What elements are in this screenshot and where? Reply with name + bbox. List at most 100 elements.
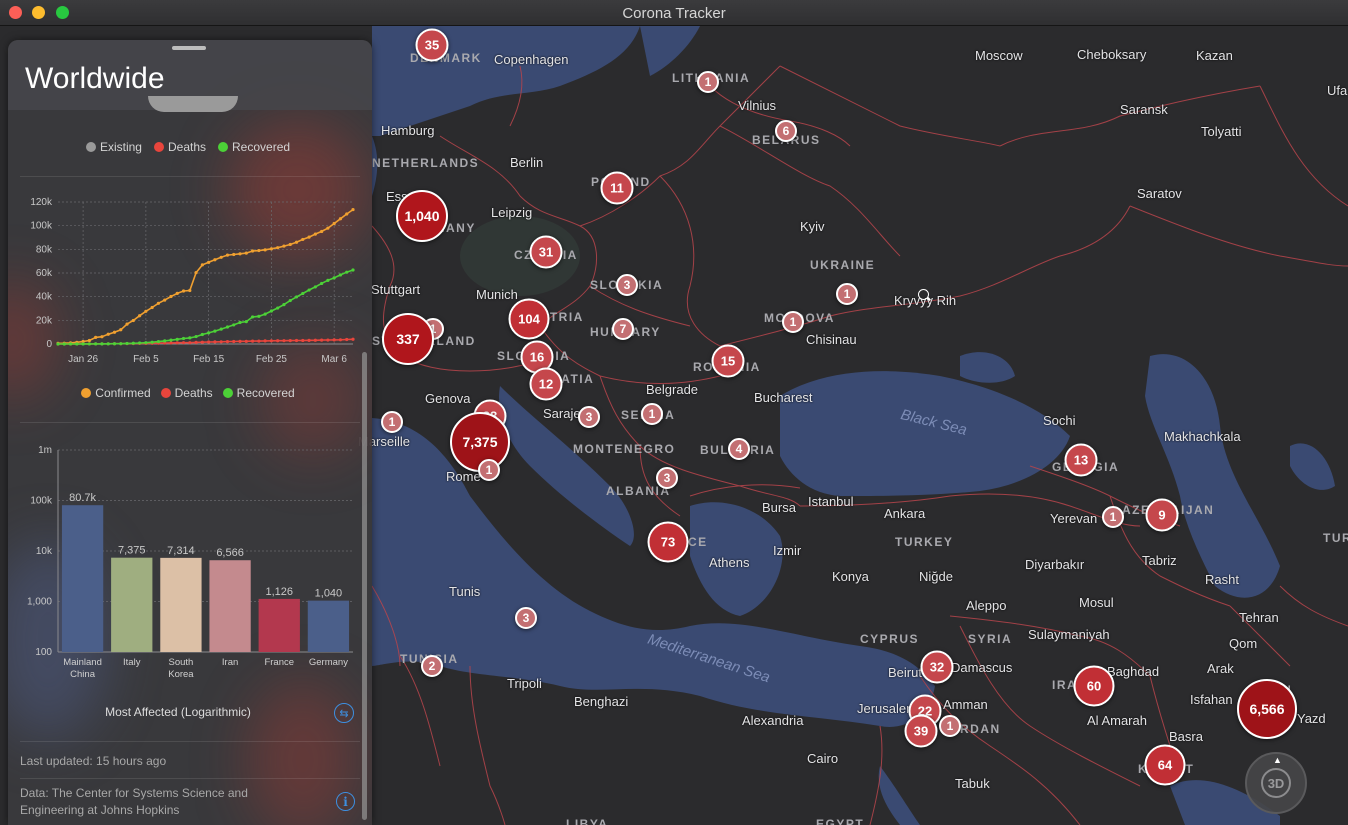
compass-3d-button[interactable]: ▲ 3D bbox=[1245, 752, 1307, 814]
data-point-confirmed bbox=[294, 240, 299, 244]
divider bbox=[20, 778, 360, 779]
case-cluster-marker[interactable]: 11 bbox=[600, 171, 634, 205]
deaths-dot-icon bbox=[153, 142, 164, 152]
data-point-confirmed bbox=[320, 229, 324, 234]
data-point-recovered bbox=[131, 341, 135, 345]
city-label: Benghazi bbox=[574, 694, 629, 709]
data-point-confirmed bbox=[269, 247, 274, 251]
data-point-confirmed bbox=[219, 255, 223, 259]
case-cluster-marker[interactable]: 1 bbox=[939, 715, 961, 737]
data-point-recovered bbox=[106, 342, 110, 346]
city-label: Hamburg bbox=[381, 123, 435, 138]
legend-recovered: Recovered bbox=[222, 386, 295, 400]
y-tick-label: 1,000 bbox=[27, 597, 52, 608]
data-point-recovered bbox=[169, 338, 173, 342]
case-cluster-marker[interactable]: 13 bbox=[1064, 443, 1098, 477]
case-cluster-marker[interactable]: 1,040 bbox=[396, 190, 448, 242]
case-cluster-marker[interactable]: 7 bbox=[612, 318, 634, 340]
case-cluster-marker[interactable]: 104 bbox=[508, 298, 550, 340]
city-label: Niğde bbox=[919, 569, 953, 584]
city-label: Tripoli bbox=[507, 676, 542, 691]
bar[interactable] bbox=[307, 600, 350, 652]
case-cluster-marker[interactable]: 3 bbox=[656, 467, 678, 489]
deaths-dot-icon bbox=[160, 388, 171, 398]
case-cluster-marker[interactable]: 1 bbox=[478, 459, 500, 481]
data-point-confirmed bbox=[169, 294, 173, 299]
data-point-recovered bbox=[225, 325, 230, 329]
city-label: Vilnius bbox=[738, 98, 777, 113]
case-cluster-marker[interactable]: 1 bbox=[381, 411, 403, 433]
panel-scrollbar[interactable] bbox=[362, 352, 367, 820]
case-cluster-marker[interactable]: 12 bbox=[529, 367, 563, 401]
case-cluster-marker[interactable]: 9 bbox=[1145, 498, 1179, 532]
y-tick-label: 0 bbox=[46, 339, 52, 350]
data-point-confirmed bbox=[326, 226, 330, 230]
city-label: Basra bbox=[1169, 729, 1203, 744]
case-cluster-marker[interactable]: 2 bbox=[421, 655, 443, 677]
drag-handle[interactable] bbox=[172, 46, 206, 50]
data-point-deaths bbox=[269, 339, 274, 343]
data-point-deaths bbox=[181, 341, 186, 345]
case-cluster-marker[interactable]: 6,566 bbox=[1237, 679, 1297, 739]
data-point-confirmed bbox=[137, 314, 142, 318]
city-label: Istanbul bbox=[808, 494, 854, 509]
case-cluster-marker[interactable]: 1 bbox=[782, 311, 804, 333]
data-point-recovered bbox=[137, 341, 142, 345]
info-button[interactable]: i bbox=[336, 792, 355, 811]
bar[interactable] bbox=[61, 505, 104, 652]
most-affected-chart[interactable]: 100 1,000 10k 100k 1m 80.7k MainlandChina 7,375… bbox=[18, 442, 358, 682]
case-cluster-marker[interactable]: 1 bbox=[836, 283, 858, 305]
data-point-recovered bbox=[150, 340, 154, 344]
bar-value-label: 80.7k bbox=[69, 492, 96, 504]
x-tick-label: Feb 15 bbox=[193, 354, 225, 365]
case-cluster-marker[interactable]: 6 bbox=[775, 120, 797, 142]
data-point-confirmed bbox=[100, 335, 104, 339]
case-cluster-marker[interactable]: 3 bbox=[578, 406, 600, 428]
y-tick-label: 100 bbox=[35, 647, 52, 658]
city-label: Kazan bbox=[1196, 48, 1233, 63]
city-label: Tehran bbox=[1239, 610, 1279, 625]
case-cluster-marker[interactable]: 1 bbox=[641, 403, 663, 425]
case-cluster-marker[interactable]: 31 bbox=[529, 235, 563, 269]
case-cluster-marker[interactable]: 39 bbox=[904, 714, 938, 748]
data-point-deaths bbox=[200, 340, 204, 344]
case-cluster-marker[interactable]: 4 bbox=[728, 438, 750, 460]
case-cluster-marker[interactable]: 35 bbox=[415, 28, 449, 62]
case-cluster-marker[interactable]: 32 bbox=[920, 650, 954, 684]
case-cluster-marker[interactable]: 64 bbox=[1144, 744, 1186, 786]
legend-label: Existing bbox=[99, 140, 142, 154]
category-label: Iran bbox=[222, 657, 238, 668]
window-title: Corona Tracker bbox=[622, 5, 726, 22]
case-cluster-marker[interactable]: 60 bbox=[1073, 665, 1115, 707]
x-tick-label: Feb 25 bbox=[256, 354, 288, 365]
bar[interactable] bbox=[111, 557, 153, 652]
confirmed-dot-icon bbox=[81, 388, 92, 398]
data-point-recovered bbox=[200, 332, 204, 337]
case-cluster-marker[interactable]: 1 bbox=[697, 71, 719, 93]
bar[interactable] bbox=[209, 560, 251, 652]
y-tick-label: 20k bbox=[36, 315, 53, 326]
bar[interactable] bbox=[258, 598, 300, 652]
case-cluster-marker[interactable]: 3 bbox=[515, 607, 537, 629]
x-tick-label: Feb 5 bbox=[133, 354, 159, 365]
legend-deaths: Deaths bbox=[160, 386, 213, 400]
bar-chart-title: Most Affected (Logarithmic) bbox=[105, 705, 251, 719]
data-point-confirmed bbox=[188, 288, 192, 293]
data-point-confirmed bbox=[257, 248, 261, 253]
case-cluster-marker[interactable]: 337 bbox=[382, 313, 434, 365]
switch-chart-button[interactable]: ⇆ bbox=[334, 703, 354, 723]
city-label: Tolyatti bbox=[1201, 124, 1242, 139]
city-label: Beirut bbox=[888, 665, 922, 680]
case-cluster-marker[interactable]: 1 bbox=[1102, 506, 1124, 528]
city-label: Belgrade bbox=[646, 382, 699, 397]
data-point-recovered bbox=[68, 342, 73, 346]
bar[interactable] bbox=[160, 557, 202, 652]
case-cluster-marker[interactable]: 3 bbox=[616, 274, 638, 296]
data-point-confirmed bbox=[307, 235, 311, 239]
case-cluster-marker[interactable]: 15 bbox=[711, 344, 745, 378]
timeline-chart[interactable]: 0 20k 40k 60k 80k 100k 120k Jan 26 Feb 5 Feb 15 Fe… bbox=[18, 192, 358, 382]
data-point-confirmed bbox=[301, 237, 305, 242]
case-cluster-marker[interactable]: 73 bbox=[647, 521, 689, 563]
country-label: TURKMENISTAN bbox=[1323, 531, 1348, 545]
city-label: Genova bbox=[425, 391, 471, 406]
